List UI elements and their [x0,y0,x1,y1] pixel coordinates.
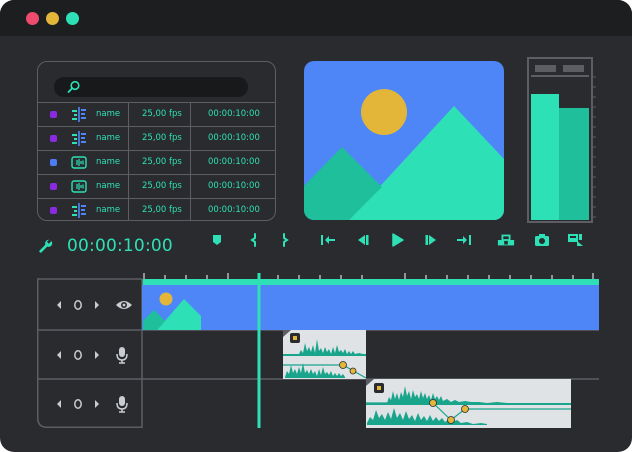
waveform-icon [71,179,87,194]
play-icon[interactable] [388,232,406,248]
prev-icon[interactable] [55,300,63,310]
audio-level-meter [527,57,597,223]
media-fps: 25,00 fps [142,181,182,191]
media-name: name [96,181,121,191]
media-row[interactable]: name 25,00 fps 00:00:10:00 [38,150,275,174]
microphone-icon[interactable] [115,346,129,364]
clip-thumbnail-sun [159,292,173,306]
next-icon[interactable] [93,300,101,310]
media-name: name [96,133,121,143]
media-fps: 25,00 fps [142,205,182,215]
loop-icon[interactable] [73,398,83,410]
preview-monitor [304,61,504,220]
color-tag [50,183,57,190]
media-table: name 25,00 fps 00:00:10:00 name 25,00 fps 00:… [38,102,275,220]
media-row[interactable]: name 25,00 fps 00:00:10:00 [38,126,275,150]
media-duration: 00:00:10:00 [208,109,260,119]
media-duration: 00:00:10:00 [208,157,260,167]
prev-icon[interactable] [55,399,63,409]
color-tag [50,207,57,214]
media-name: name [96,109,121,119]
track-header-audio [37,330,142,379]
split-audio-icon [71,203,87,218]
sun-shape [361,89,407,135]
preview-image [304,61,504,220]
media-browser-panel: name 25,00 fps 00:00:10:00 name 25,00 fps 00:… [37,61,276,221]
media-fps: 25,00 fps [142,133,182,143]
loop-icon[interactable] [73,349,83,361]
audio-clip-1[interactable] [283,330,367,379]
eye-icon[interactable] [115,299,133,311]
waveform-icon [71,155,87,170]
go-to-start-icon[interactable] [319,232,337,248]
step-back-icon[interactable] [354,232,372,248]
media-row[interactable]: name 25,00 fps 00:00:10:00 [38,198,275,220]
prev-icon[interactable] [55,350,63,360]
editor-window: name 25,00 fps 00:00:10:00 name 25,00 fps 00:… [0,0,632,452]
title-bar [0,0,632,36]
color-tag [50,159,57,166]
level-bar-right [559,108,589,220]
search-icon [67,80,80,93]
timeline-ruler [142,273,599,285]
wrench-icon[interactable] [37,238,55,254]
media-duration: 00:00:10:00 [208,181,260,191]
media-duration: 00:00:10:00 [208,133,260,143]
snapshot-icon[interactable] [533,232,551,248]
media-fps: 25,00 fps [142,109,182,119]
media-duration: 00:00:10:00 [208,205,260,215]
search-input[interactable] [54,77,248,97]
maximize-window-button[interactable] [66,12,79,25]
next-icon[interactable] [93,350,101,360]
media-fps: 25,00 fps [142,157,182,167]
media-name: name [96,157,121,167]
step-forward-icon[interactable] [422,232,440,248]
track-header-audio [37,379,142,428]
split-audio-icon [71,131,87,146]
microphone-icon[interactable] [115,395,129,413]
loop-icon[interactable] [73,299,83,311]
lift-icon[interactable] [497,232,515,248]
media-name: name [96,205,121,215]
split-audio-icon [71,107,87,122]
marker-icon[interactable] [208,232,226,248]
track-header-video [37,279,142,330]
media-row[interactable]: name 25,00 fps 00:00:10:00 [38,102,275,126]
media-row[interactable]: name 25,00 fps 00:00:10:00 [38,174,275,198]
out-point-icon[interactable] [277,232,295,248]
in-point-icon[interactable] [245,232,263,248]
go-to-end-icon[interactable] [455,232,473,248]
video-clip[interactable] [142,285,599,330]
minimize-window-button[interactable] [46,12,59,25]
audio-clip-2[interactable] [366,379,571,428]
level-bar-left [531,94,559,220]
color-tag [50,135,57,142]
current-timecode: 00:00:10:00 [67,236,173,256]
next-icon[interactable] [93,399,101,409]
color-tag [50,111,57,118]
export-icon[interactable] [567,232,585,248]
close-window-button[interactable] [26,12,39,25]
timeline [37,273,599,428]
